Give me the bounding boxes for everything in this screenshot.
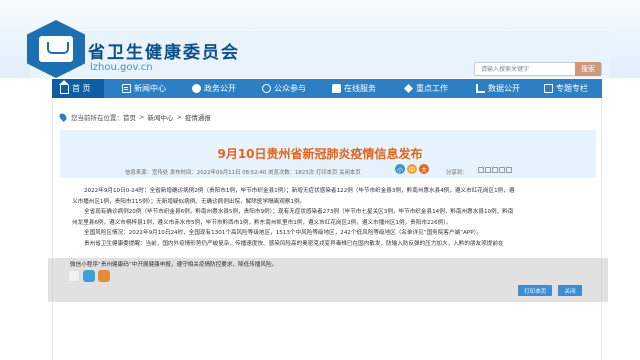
nav-item-home[interactable]: 首 页	[52, 79, 104, 98]
paragraph: 2022年9月10日0-24时：全省新增确诊病例2例（贵阳市1例，毕节市织金县1…	[84, 188, 515, 194]
share-target-icon[interactable]	[478, 167, 484, 173]
home-icon	[59, 80, 69, 94]
print-button[interactable]: 打印本页	[518, 285, 553, 296]
nav-item-public[interactable]: 公众参与	[262, 79, 306, 98]
breadcrumb-report[interactable]: 疫情通报	[185, 112, 211, 122]
share-target-icon[interactable]	[499, 167, 505, 173]
page: 省卫生健康委员会 lzhou.gov.cn 搜索 首 页 新闻中心 政务公开 公…	[0, 0, 640, 360]
nav-item-online[interactable]: 在线服务	[332, 79, 376, 98]
weibo-share-icon[interactable]	[68, 270, 80, 282]
search-input[interactable]	[475, 63, 575, 75]
topic-icon	[544, 84, 553, 93]
paragraph: 全国风险区情况：2022年9月10日24时，全国现有1301个高风险等级地区，1…	[84, 230, 482, 236]
site-url: lzhou.gov.cn	[90, 62, 153, 73]
breadcrumb-separator: >	[139, 113, 145, 121]
nav-item-label: 数据公开	[488, 84, 520, 93]
article-body: 2022年9月10日0-24时：全省新增确诊病例2例（贵阳市1例，毕节市织金县1…	[72, 186, 586, 249]
paragraph: 州龙里县6例，遵义市桐梓县1例，遵义市赤水市5例，毕节市黔西市1例，黔东南州凯里…	[72, 219, 452, 226]
share-row	[68, 270, 113, 282]
share-target-icon[interactable]	[492, 167, 498, 173]
share-target-icon[interactable]	[506, 167, 512, 173]
share-label: 分享到：	[446, 170, 468, 176]
breadcrumb: 您当前所在位置： 首页 > 新闻中心 > 疫情通报	[52, 107, 602, 127]
nav-item-label: 专题专栏	[556, 84, 588, 93]
data-icon	[476, 84, 485, 93]
news-icon	[122, 84, 131, 93]
breadcrumb-news[interactable]: 新闻中心	[147, 112, 173, 122]
nav-item-label: 首 页	[72, 84, 91, 93]
public-icon	[262, 84, 271, 93]
main-nav: 首 页 新闻中心 政务公开 公众参与 在线服务 重点工作 数据公开 专题专栏	[52, 79, 602, 98]
breadcrumb-separator: >	[176, 113, 182, 121]
star-icon	[404, 84, 413, 93]
font-medium-button[interactable]: 中	[407, 164, 417, 174]
search-button[interactable]: 搜索	[575, 62, 601, 76]
article-title: 9月10日贵州省新冠肺炎疫情信息发布	[217, 147, 423, 161]
nav-item-keywork[interactable]: 重点工作	[404, 79, 448, 98]
qzone-share-icon[interactable]	[98, 270, 110, 282]
location-pin-icon	[58, 112, 68, 122]
share-target-icon[interactable]	[485, 167, 491, 173]
site-title: 省卫生健康委员会	[88, 43, 240, 63]
nav-item-gov[interactable]: 政务公开	[192, 79, 236, 98]
article-meta: 信息来源：宣传处 发布时间：2022年09月11日 08:52:40 浏览次数：…	[0, 164, 640, 178]
nav-item-label: 政务公开	[204, 84, 236, 93]
font-large-button[interactable]: 大	[419, 164, 429, 174]
paragraph: 义市播州区1例，贵阳市115例）；无新增疑似病例。无确诊病例出院，解除医学隔离观…	[72, 198, 306, 205]
search-box: 搜索	[474, 62, 602, 76]
article-meta-text: 信息来源：宣传处 发布时间：2022年09月11日 08:52:40 浏览次数：…	[125, 170, 361, 176]
gov-icon	[192, 84, 201, 93]
share-targets	[478, 167, 513, 173]
wechat-share-icon[interactable]	[83, 270, 95, 282]
breadcrumb-home[interactable]: 首页	[123, 112, 136, 122]
paragraph: 贵州省卫生健康委提醒：当前，国内外疫情形势仍严峻复杂，传播速度快、感染风险高的奥…	[84, 240, 504, 247]
nav-item-label: 在线服务	[344, 84, 376, 93]
article-actions: 打印本页 关闭	[512, 285, 582, 296]
paragraph: 全省现有确诊病例20例（毕节市织金县6例，黔南州惠水县5例，贵阳市9例）；现有无…	[84, 209, 514, 215]
close-button[interactable]: 关闭	[558, 285, 582, 296]
overlay-text: 微信小程序“贵州健康码”中开展健康申报，遵守相关疫情防控要求，降低传播风险。	[70, 262, 278, 268]
nav-item-label: 公众参与	[274, 84, 306, 93]
nav-item-label: 重点工作	[416, 84, 448, 93]
nav-item-topic[interactable]: 专题专栏	[544, 79, 588, 98]
nav-item-data[interactable]: 数据公开	[476, 79, 520, 98]
nav-item-news[interactable]: 新闻中心	[122, 79, 166, 98]
chat-icon	[332, 84, 341, 93]
site-header: 省卫生健康委员会 lzhou.gov.cn 搜索	[0, 0, 640, 78]
breadcrumb-prefix: 您当前所在位置：	[71, 114, 123, 122]
font-size-controls: 小 中 大	[395, 164, 431, 174]
nav-item-label: 新闻中心	[134, 84, 166, 93]
font-small-button[interactable]: 小	[395, 164, 405, 174]
